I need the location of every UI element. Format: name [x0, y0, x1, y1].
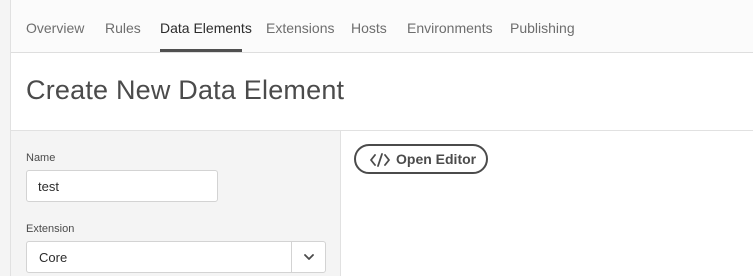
- name-label: Name: [26, 152, 56, 164]
- extension-label: Extension: [26, 223, 75, 235]
- editor-panel: Open Editor: [341, 131, 753, 276]
- open-editor-label: Open Editor: [396, 151, 477, 167]
- tab-rules[interactable]: Rules: [105, 20, 141, 36]
- tab-environments[interactable]: Environments: [407, 20, 493, 36]
- page-title: Create New Data Element: [26, 75, 345, 105]
- open-editor-button[interactable]: Open Editor: [354, 144, 488, 174]
- settings-panel: Name Extension Core: [11, 131, 341, 276]
- extension-selected-value: Core: [39, 250, 68, 265]
- tab-data-elements[interactable]: Data Elements: [160, 20, 252, 36]
- tab-overview[interactable]: Overview: [26, 20, 84, 36]
- code-icon: [370, 153, 390, 167]
- chevron-down-icon: [304, 254, 314, 260]
- extension-dropdown-button[interactable]: [291, 242, 325, 272]
- name-field[interactable]: [26, 170, 218, 202]
- extension-select[interactable]: Core: [26, 241, 326, 273]
- top-navigation: Overview Rules Data Elements Extensions …: [11, 0, 753, 53]
- tab-hosts[interactable]: Hosts: [351, 20, 387, 36]
- page-header: Create New Data Element: [11, 53, 753, 131]
- active-tab-indicator: [160, 49, 242, 52]
- tab-extensions[interactable]: Extensions: [266, 20, 334, 36]
- tab-publishing[interactable]: Publishing: [510, 20, 575, 36]
